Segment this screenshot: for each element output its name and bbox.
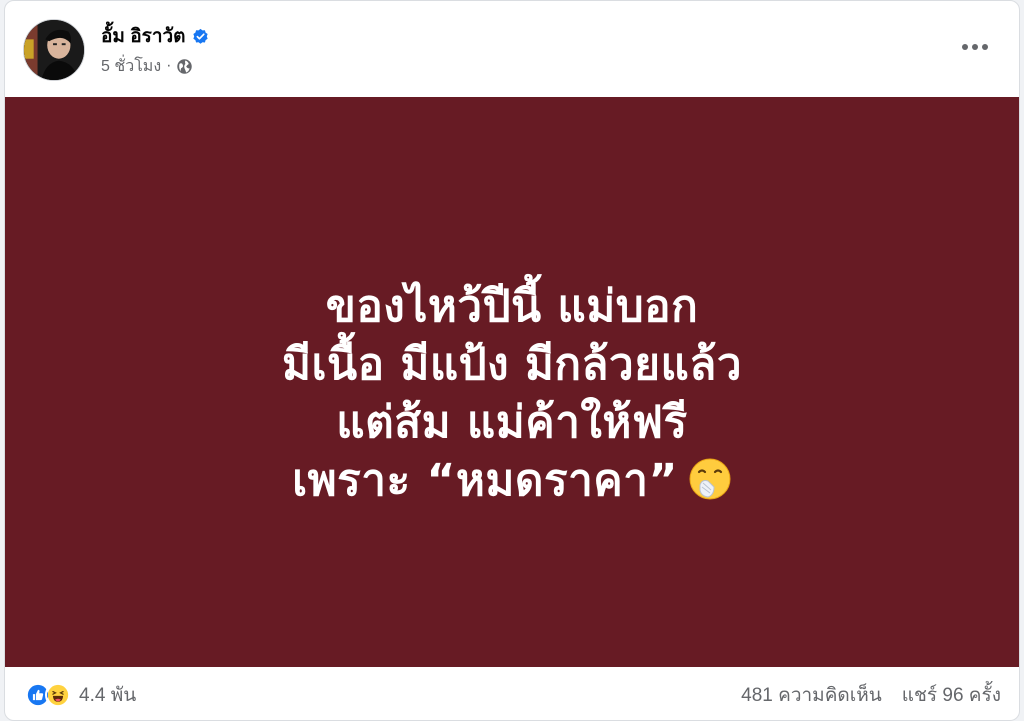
image-text-line: มีเนื้อ มีแป้ง มีกล้วยแล้ว — [281, 339, 743, 390]
share-count[interactable]: แชร์ 96 ครั้ง — [902, 680, 1001, 710]
verified-badge-icon — [192, 28, 209, 45]
reactions-summary[interactable]: 4.4 พัน — [25, 680, 136, 710]
image-text-line: แต่ส้ม แม่ค้าให้ฟรี — [336, 397, 688, 448]
post-timestamp[interactable]: 5 ชั่วโมง — [101, 54, 161, 79]
author-avatar[interactable] — [23, 19, 85, 81]
comment-count[interactable]: 481 ความคิดเห็น — [741, 680, 882, 710]
more-options-icon — [962, 44, 988, 50]
author-name[interactable]: อั้ม อิราวัต — [101, 21, 186, 51]
post-meta: 5 ชั่วโมง · — [101, 55, 193, 77]
reaction-count: 4.4 พัน — [79, 684, 137, 706]
more-options-button[interactable] — [955, 29, 995, 65]
post-card: อั้ม อิราวัต 5 ชั่วโมง · ของไหว้ปีนี้ แม… — [4, 0, 1020, 721]
post-header: อั้ม อิราวัต 5 ชั่วโมง · — [5, 1, 1019, 97]
hand-over-mouth-emoji-icon — [688, 457, 732, 501]
post-stats: 481 ความคิดเห็น แชร์ 96 ครั้ง — [741, 680, 1001, 710]
post-image[interactable]: ของไหว้ปีนี้ แม่บอก มีเนื้อ มีแป้ง มีกล้… — [5, 97, 1019, 667]
meta-separator: · — [166, 57, 172, 74]
image-text-line-last: เพราะ “หมดราคา” — [282, 452, 742, 510]
image-text-line: ของไหว้ปีนี้ แม่บอก — [325, 281, 699, 332]
globe-icon[interactable] — [176, 58, 193, 75]
image-text-line: เพราะ “หมดราคา” — [292, 455, 678, 506]
haha-icon — [45, 681, 71, 708]
post-image-text: ของไหว้ปีนี้ แม่บอก มีเนื้อ มีแป้ง มีกล้… — [282, 278, 742, 510]
post-footer: 4.4 พัน 481 ความคิดเห็น แชร์ 96 ครั้ง — [5, 667, 1019, 720]
author-row: อั้ม อิราวัต — [101, 23, 209, 49]
